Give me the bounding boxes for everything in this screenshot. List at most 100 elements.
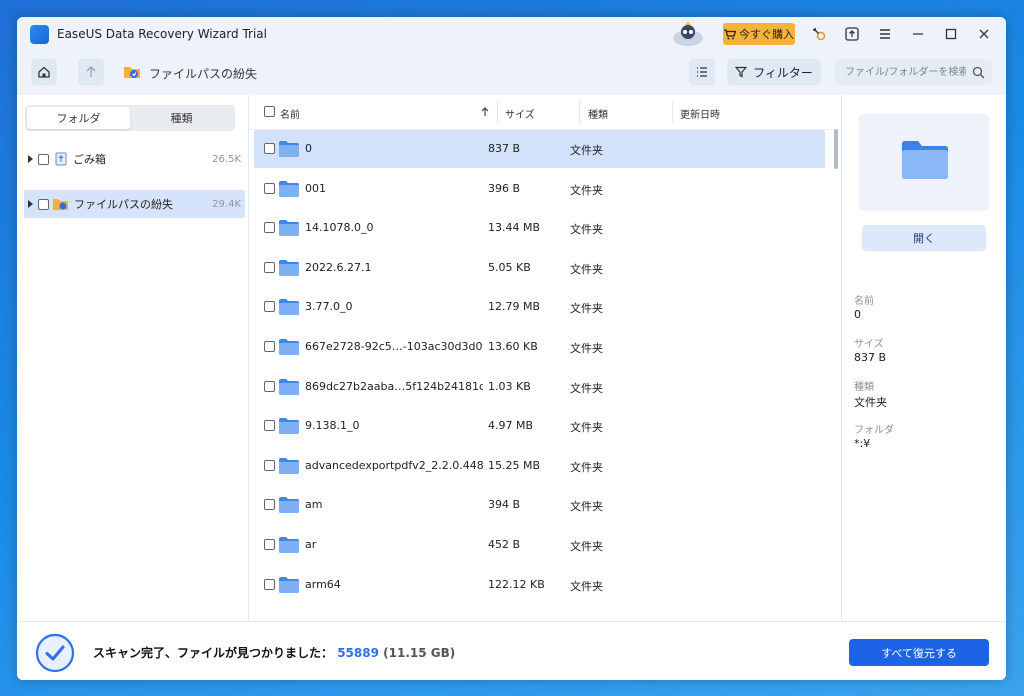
scan-status-text: スキャン完了、ファイルが見つかりました： — [93, 646, 334, 660]
table-row[interactable]: 3.77.0_0 12.79 MB 文件夹 — [254, 288, 825, 326]
table-row[interactable]: am 394 B 文件夹 — [254, 486, 825, 524]
column-name[interactable]: 名前 — [280, 106, 300, 121]
buy-now-button[interactable]: 今すぐ購入 — [723, 23, 795, 45]
tree-item-label: ごみ箱 — [73, 153, 106, 166]
scan-status: スキャン完了、ファイルが見つかりました： 55889 (11.15 GB) — [93, 644, 455, 661]
folder-icon — [279, 576, 299, 593]
maximize-icon[interactable] — [942, 25, 960, 43]
table-row[interactable]: ar 452 B 文件夹 — [254, 526, 825, 564]
column-size[interactable]: サイズ — [505, 106, 535, 121]
row-checkbox[interactable] — [264, 261, 275, 273]
row-checkbox[interactable] — [264, 459, 275, 471]
folder-lost-icon — [53, 199, 68, 210]
row-checkbox[interactable] — [264, 578, 275, 590]
sidebar: フォルダ 種類 ごみ箱 26.5K ファイルパスの紛失 29.4K — [17, 95, 249, 621]
column-divider[interactable] — [497, 101, 498, 123]
row-size: 122.12 KB — [488, 577, 545, 591]
row-type: 文件夹 — [570, 381, 603, 395]
avatar-icon[interactable] — [671, 22, 705, 48]
menu-icon[interactable] — [876, 25, 894, 43]
row-checkbox[interactable] — [264, 420, 275, 432]
row-size: 5.05 KB — [488, 260, 531, 274]
tree-item-count: 29.4K — [212, 198, 241, 210]
detail-folder-value: *:¥ — [854, 437, 871, 450]
row-checkbox[interactable] — [264, 380, 275, 392]
tree-checkbox[interactable] — [38, 198, 49, 210]
table-header: 名前 サイズ 種類 更新日時 — [249, 95, 841, 130]
table-row[interactable]: 9.138.1_0 4.97 MB 文件夹 — [254, 407, 825, 445]
row-size: 394 B — [488, 498, 521, 512]
close-icon[interactable] — [975, 25, 993, 43]
row-checkbox[interactable] — [264, 341, 275, 352]
tree-item-count: 26.5K — [212, 153, 241, 165]
column-divider[interactable] — [579, 101, 580, 123]
detail-type-value: 文件夹 — [854, 396, 887, 409]
row-checkbox[interactable] — [264, 539, 275, 550]
row-type: 文件夹 — [570, 342, 603, 355]
filter-button[interactable]: フィルター — [727, 59, 821, 85]
table-row[interactable]: 2022.6.27.1 5.05 KB 文件夹 — [254, 249, 825, 287]
table-row[interactable]: 001 396 B 文件夹 — [254, 170, 825, 208]
row-type: 文件夹 — [570, 421, 603, 435]
row-checkbox[interactable] — [264, 182, 275, 194]
sort-ascending-icon[interactable] — [481, 107, 489, 117]
row-checkbox[interactable] — [264, 301, 275, 313]
key-icon[interactable] — [810, 25, 828, 43]
minimize-icon[interactable] — [909, 25, 927, 43]
up-button[interactable] — [78, 59, 104, 85]
app-window: EaseUS Data Recovery Wizard Trial 今すぐ購入 — [17, 17, 1006, 680]
column-type[interactable]: 種類 — [588, 106, 608, 121]
table-row[interactable]: 0 837 B 文件夹 — [254, 130, 825, 168]
tab-folder[interactable]: フォルダ — [27, 107, 130, 129]
table-row[interactable]: 14.1078.0_0 13.44 MB 文件夹 — [254, 209, 825, 247]
table-row[interactable]: advancedexportpdfv2_2.2.0.448 15.25 MB 文件夹 — [254, 447, 825, 485]
folder-icon — [279, 537, 299, 553]
app-title: EaseUS Data Recovery Wizard Trial — [57, 27, 267, 41]
detail-folder-label: フォルダ — [854, 425, 894, 436]
table-row[interactable]: arm64 122.12 KB 文件夹 — [254, 566, 825, 604]
column-divider[interactable] — [672, 101, 673, 123]
file-list: 名前 サイズ 種類 更新日時 0 837 B 文件夹 001 396 B 文件夹 14.10… — [249, 95, 841, 621]
detail-name-label: 名前 — [854, 296, 874, 307]
search-input[interactable] — [835, 59, 992, 85]
folder-icon — [279, 378, 299, 395]
row-type: 文件夹 — [570, 540, 603, 553]
upload-icon[interactable] — [843, 25, 861, 43]
folder-icon — [279, 180, 299, 197]
select-all-checkbox[interactable] — [264, 106, 275, 117]
open-button[interactable]: 開く — [862, 225, 986, 251]
table-row[interactable]: 869dc27b2aaba…5f124b24181df 1.03 KB 文件夹 — [254, 368, 825, 406]
row-checkbox[interactable] — [264, 143, 275, 154]
tab-type[interactable]: 種類 — [130, 107, 233, 129]
tree-checkbox[interactable] — [38, 153, 49, 165]
scrollbar[interactable] — [834, 129, 838, 169]
row-size: 837 B — [488, 142, 521, 155]
row-name: 667e2728-92c5…-103ac30d3d0f — [305, 340, 483, 353]
folder-icon — [902, 141, 948, 179]
row-size: 15.25 MB — [488, 458, 541, 472]
recover-all-button[interactable]: すべて復元する — [849, 639, 989, 666]
detail-size-label: サイズ — [854, 339, 884, 350]
column-modified[interactable]: 更新日時 — [680, 106, 720, 121]
breadcrumb[interactable]: ファイルパスの紛失 — [149, 65, 257, 82]
row-type: 文件夹 — [570, 223, 603, 237]
row-checkbox[interactable] — [264, 222, 275, 234]
expand-arrow-icon[interactable] — [28, 200, 33, 208]
row-size: 1.03 KB — [488, 379, 531, 393]
row-name: 001 — [305, 181, 326, 195]
search-icon[interactable] — [972, 66, 985, 79]
row-name: arm64 — [305, 577, 341, 591]
row-checkbox[interactable] — [264, 499, 275, 511]
row-name: 9.138.1_0 — [305, 419, 360, 433]
preview-area — [859, 114, 989, 211]
expand-arrow-icon[interactable] — [28, 155, 33, 163]
home-button[interactable] — [31, 59, 57, 85]
view-mode-tabs: フォルダ 種類 — [25, 105, 235, 131]
row-type: 文件夹 — [570, 579, 603, 593]
status-bar: スキャン完了、ファイルが見つかりました： 55889 (11.15 GB) すべ… — [17, 621, 1006, 680]
tree-item-lost-path[interactable]: ファイルパスの紛失 29.4K — [24, 190, 245, 218]
view-toggle-button[interactable] — [689, 59, 715, 85]
table-row[interactable]: 667e2728-92c5…-103ac30d3d0f 13.60 KB 文件夹 — [254, 328, 825, 366]
found-count: 55889 — [337, 646, 379, 660]
tree-item-recycle-bin[interactable]: ごみ箱 26.5K — [24, 145, 245, 173]
